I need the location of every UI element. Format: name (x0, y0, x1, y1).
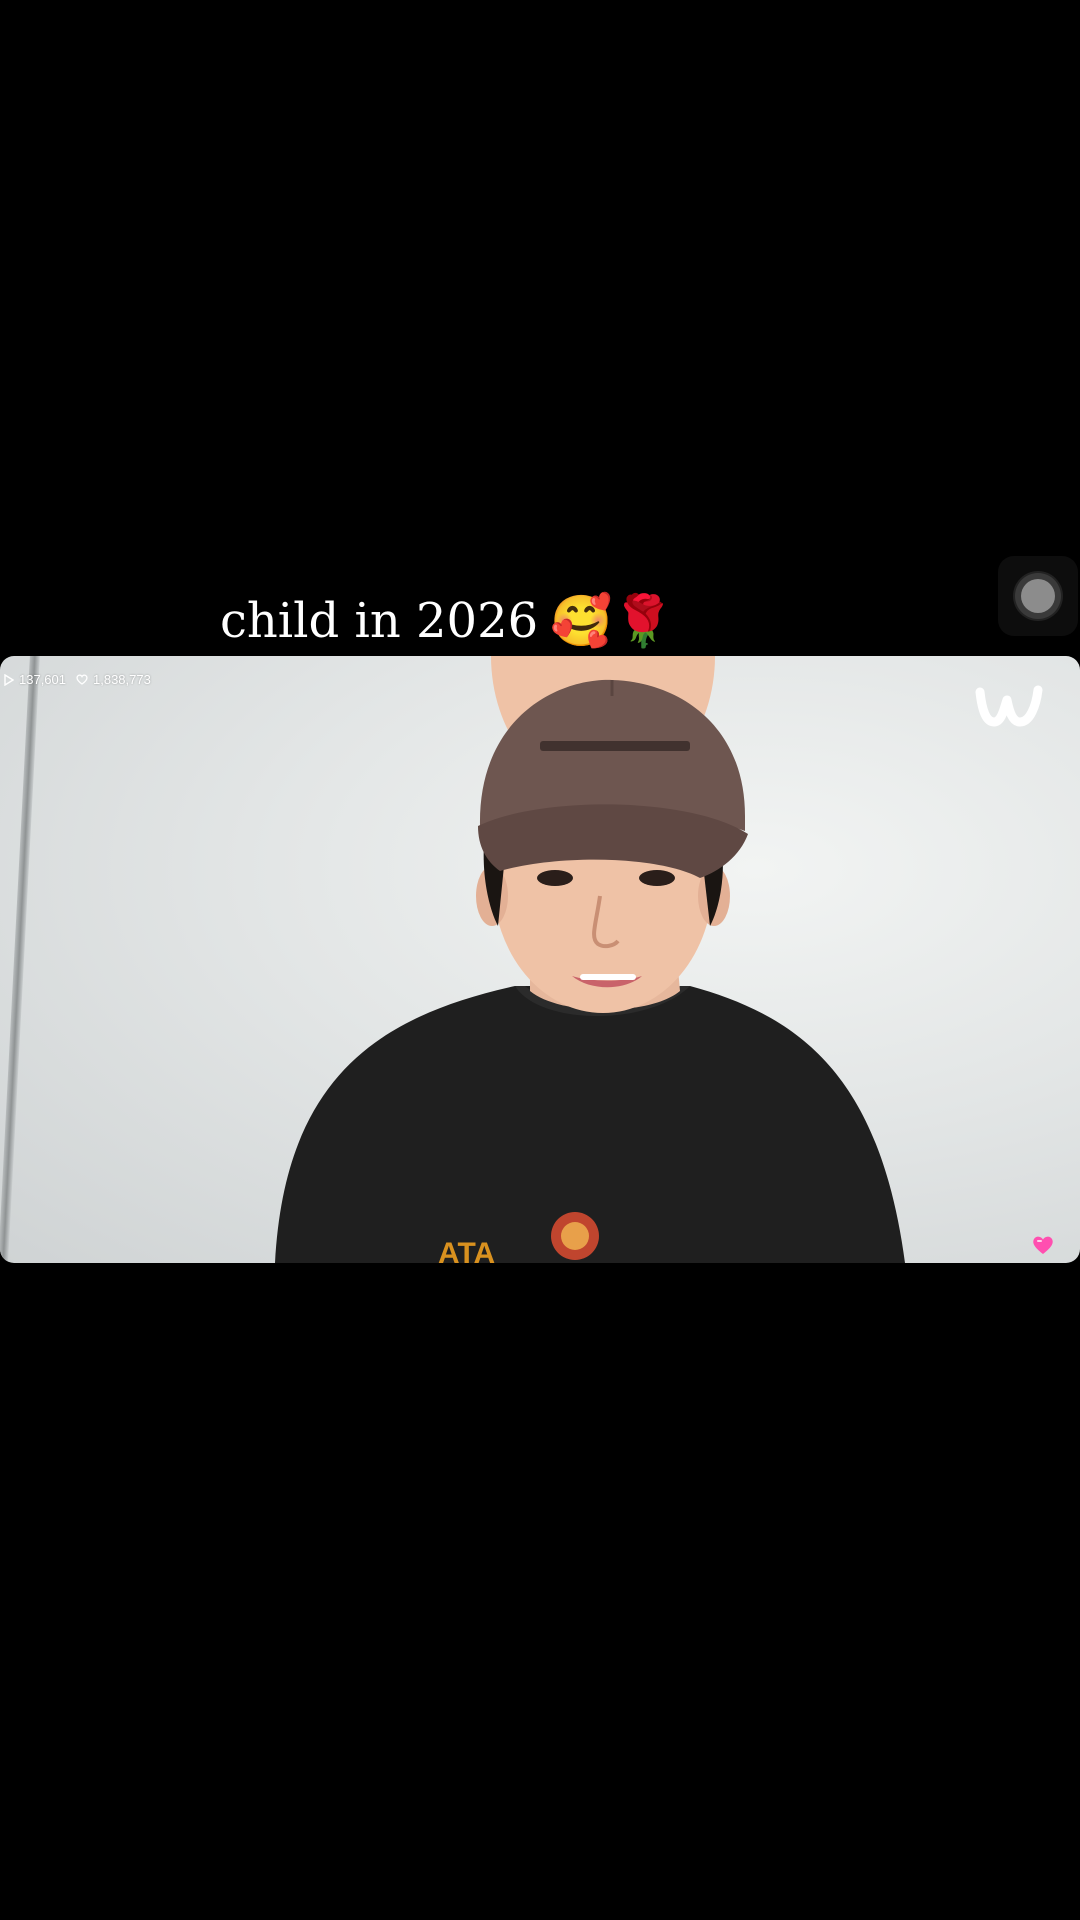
caption-emoji: 🥰🌹 (550, 592, 675, 650)
caption-text: child in 2026 (220, 593, 539, 649)
video-stats: 137,601 1,838,773 (4, 672, 151, 687)
heart-outline-icon (76, 674, 88, 685)
video-frame-person: ATA (275, 656, 905, 1263)
like-count: 1,838,773 (76, 672, 151, 687)
floating-record-button[interactable] (998, 556, 1078, 636)
heart-badge-icon[interactable] (1032, 1235, 1054, 1255)
post-caption: child in 2026 🥰🌹 (220, 588, 675, 654)
weverse-logo (975, 685, 1043, 727)
screen: child in 2026 🥰🌹 ATA 137,601 1,838,773 (0, 0, 1080, 1920)
play-count: 137,601 (4, 672, 66, 687)
record-button-icon (1015, 573, 1061, 619)
svg-text:ATA: ATA (438, 1237, 495, 1263)
like-count-value: 1,838,773 (93, 672, 151, 687)
video-player[interactable]: ATA 137,601 1,838,773 (0, 656, 1080, 1263)
play-count-value: 137,601 (19, 672, 66, 687)
play-icon (4, 673, 14, 686)
